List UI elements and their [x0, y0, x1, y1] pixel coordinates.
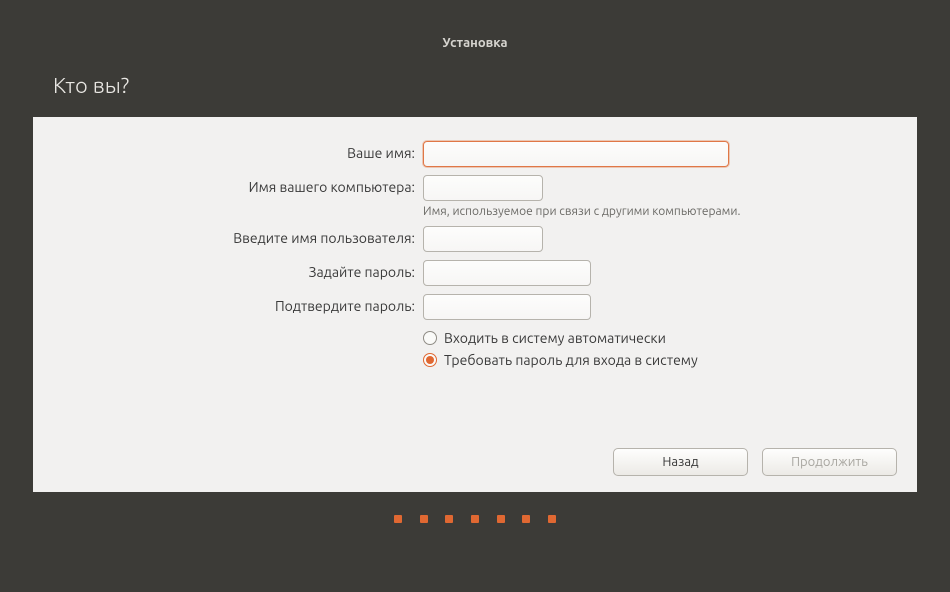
progress-dot	[445, 515, 453, 523]
radio-icon	[423, 331, 437, 345]
progress-dot	[548, 515, 556, 523]
name-label: Ваше имя:	[53, 141, 423, 175]
username-label: Введите имя пользователя:	[53, 226, 423, 260]
progress-dot	[497, 515, 505, 523]
progress-dot	[471, 515, 479, 523]
progress-dots	[33, 509, 917, 527]
login-auto-label: Входить в систему автоматически	[444, 330, 666, 346]
progress-dot	[394, 515, 402, 523]
hostname-hint: Имя, используемое при связи с другими ко…	[423, 205, 740, 218]
confirm-password-input[interactable]	[423, 294, 591, 320]
confirm-password-label: Подтвердите пароль:	[53, 294, 423, 328]
back-button[interactable]: Назад	[613, 448, 748, 476]
user-setup-form: Ваше имя: Имя вашего компьютера: Имя, ис…	[53, 141, 740, 382]
hostname-label: Имя вашего компьютера:	[53, 175, 423, 226]
username-input[interactable]	[423, 226, 543, 252]
window-title: Установка	[442, 36, 507, 50]
radio-icon	[423, 353, 437, 367]
login-require-password-label: Требовать пароль для входа в систему	[444, 352, 698, 368]
login-auto-option[interactable]: Входить в систему автоматически	[423, 330, 740, 346]
nav-buttons: Назад Продолжить	[613, 448, 897, 476]
installer-window: Установка Кто вы? Ваше имя: Имя вашего к…	[33, 33, 917, 553]
window-titlebar: Установка	[33, 33, 917, 55]
page-title: Кто вы?	[53, 73, 129, 98]
hostname-input[interactable]	[423, 175, 543, 201]
name-input[interactable]	[423, 141, 729, 167]
password-input[interactable]	[423, 260, 591, 286]
progress-dot	[420, 515, 428, 523]
content-panel: Ваше имя: Имя вашего компьютера: Имя, ис…	[33, 117, 917, 492]
page-header: Кто вы?	[33, 55, 917, 117]
progress-dot	[522, 515, 530, 523]
password-label: Задайте пароль:	[53, 260, 423, 294]
login-require-password-option[interactable]: Требовать пароль для входа в систему	[423, 352, 740, 368]
continue-button[interactable]: Продолжить	[762, 448, 897, 476]
